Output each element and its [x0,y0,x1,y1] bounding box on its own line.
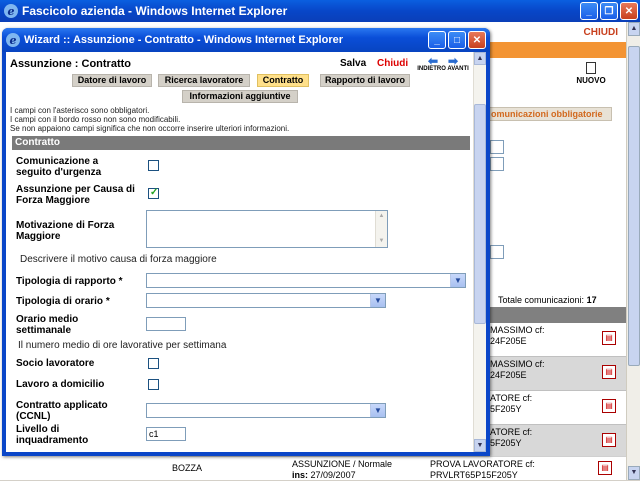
pdf-icon[interactable]: ▤ [598,461,612,475]
domicilio-label: Lavoro a domicilio [16,379,105,390]
row-status: BOZZA [172,463,203,473]
table-row[interactable]: MASSIMO cf: 24F205E ▤ [486,323,626,357]
chevron-down-icon[interactable]: ▼ [370,404,385,417]
table-row[interactable]: ATORE cf: 5F205Y ▤ [486,425,626,459]
livello-input[interactable]: c1 [146,427,186,441]
navigation-label: INDIETRO AVANTI [417,66,469,72]
ccnl-select[interactable]: ▼ [146,403,386,418]
close-icon[interactable]: ✕ [468,31,486,49]
note-readonly: I campi con il bordo rosso non sono modi… [10,115,181,124]
row-person-line1: PROVA LAVORATORE cf: [430,459,535,469]
textarea-scrollbar[interactable]: ▲ ▼ [375,211,387,247]
pdf-icon[interactable]: ▤ [602,365,616,379]
row-ins-label: ins: [292,470,309,480]
table-row[interactable]: MASSIMO cf: 24F205E ▤ [486,357,626,391]
total-value: 17 [586,295,597,305]
forza-maggiore-label: Assunzione per Causa di Forza Maggiore [16,184,135,206]
tab-ricerca-lavoratore[interactable]: Ricerca lavoratore [158,74,250,87]
forza-maggiore-checkbox[interactable] [148,187,159,199]
urgenza-checkbox[interactable] [148,160,159,171]
tab-informazioni-aggiuntive[interactable]: Informazioni aggiuntive [182,90,298,103]
motivazione-label: Motivazione di Forza Maggiore [16,220,115,242]
row-type: ASSUNZIONE / Normale ins: 27/09/2007 [292,459,392,481]
background-chiudi-link[interactable]: CHIUDI [584,27,618,38]
ccnl-label: Contratto applicato (CCNL) [16,400,108,422]
background-window-title: Fascicolo azienda - Windows Internet Exp… [22,4,288,18]
background-field[interactable] [490,245,504,259]
nuovo-label: NUOVO [576,76,606,85]
maximize-icon[interactable]: □ [448,31,466,49]
total-communications: Totale comunicazioni: 17 [498,295,597,305]
pdf-icon[interactable]: ▤ [602,399,616,413]
wizard-title: Wizard :: Assunzione - Contratto - Windo… [24,34,344,46]
chevron-down-icon[interactable]: ▼ [450,274,465,287]
wizard-navigation: ⬅ ➡ INDIETRO AVANTI [416,54,470,72]
scroll-down-icon[interactable]: ▼ [376,236,387,247]
new-document-icon [586,62,596,74]
scroll-up-icon[interactable]: ▲ [474,52,486,65]
tab-rapporto-di-lavoro[interactable]: Rapporto di lavoro [320,74,410,87]
tipologia-orario-label: Tipologia di orario * [16,296,110,307]
note-no-fields: Se non appaiono campi significa che non … [10,124,290,133]
scroll-thumb[interactable] [628,46,640,366]
row-ins-date: 27/09/2007 [310,470,356,480]
tab-datore-di-lavoro[interactable]: Datore di lavoro [72,74,152,87]
row-type-line1: ASSUNZIONE / Normale [292,459,393,469]
scroll-up-icon[interactable]: ▲ [628,22,640,36]
tipologia-orario-select[interactable]: ▼ [146,293,386,308]
table-row[interactable]: BOZZA ASSUNZIONE / Normale ins: 27/09/20… [170,456,626,480]
socio-label: Socio lavoratore [16,358,95,369]
pdf-icon[interactable]: ▤ [602,433,616,447]
chevron-down-icon[interactable]: ▼ [370,294,385,307]
wizard-scrollbar[interactable]: ▲ ▼ [473,52,486,452]
chiudi-button[interactable]: Chiudi [377,58,408,69]
orario-medio-input[interactable] [146,317,186,331]
tipologia-rapporto-select[interactable]: ▼ [146,273,466,288]
motivazione-hint: Descrivere il motivo causa di forza magg… [20,254,217,265]
page-title: Assunzione : Contratto [10,58,131,70]
background-scrollbar[interactable]: ▲ ▼ [626,22,640,480]
total-label: Totale comunicazioni: [498,295,585,305]
socio-checkbox[interactable] [148,358,159,369]
wizard-title-bar: e Wizard :: Assunzione - Contratto - Win… [2,28,490,52]
wizard-window: e Wizard :: Assunzione - Contratto - Win… [2,28,490,456]
note-required: I campi con l'asterisco sono obbligatori… [10,106,150,115]
background-orange-bar [490,42,626,58]
domicilio-checkbox[interactable] [148,379,159,390]
urgenza-label: Comunicazione a seguito d'urgenza [16,156,102,178]
row-person: PROVA LAVORATORE cf: PRVLRT65P15F205Y [430,459,535,481]
tipologia-rapporto-label: Tipologia di rapporto * [16,276,123,287]
table-row[interactable]: ATORE cf: 5F205Y ▤ [486,391,626,425]
orario-medio-hint: Il numero medio di ore lavorative per se… [18,340,227,351]
scroll-up-icon[interactable]: ▲ [376,211,387,222]
minimize-icon[interactable]: _ [428,31,446,49]
wizard-body: Assunzione : Contratto Salva Chiudi ⬅ ➡ I… [6,52,486,452]
pdf-icon[interactable]: ▤ [602,331,616,345]
ie-icon: e [6,33,20,47]
ie-icon: e [4,4,18,18]
nuovo-button[interactable]: NUOVO [576,62,606,85]
tab-contratto[interactable]: Contratto [257,74,309,87]
comunicazioni-obbligatorie-tab[interactable]: omunicazioni obbligatorie [488,107,612,121]
livello-label: Livello di inquadramento [16,424,89,446]
restore-icon[interactable]: ❐ [600,2,618,20]
scroll-down-icon[interactable]: ▼ [474,439,486,452]
scroll-down-icon[interactable]: ▼ [628,466,640,480]
row-person-line2: PRVLRT65P15F205Y [430,470,518,480]
table-header [486,307,626,323]
background-field[interactable] [490,157,504,171]
scroll-thumb[interactable] [474,104,486,324]
minimize-icon[interactable]: _ [580,2,598,20]
orario-medio-label: Orario medio settimanale [16,314,79,336]
motivazione-textarea[interactable]: ▲ ▼ [146,210,388,248]
section-header: Contratto [12,136,470,150]
salva-button[interactable]: Salva [340,58,366,69]
background-field[interactable] [490,140,504,154]
close-icon[interactable]: ✕ [620,2,638,20]
background-title-bar: e Fascicolo azienda - Windows Internet E… [0,0,640,22]
